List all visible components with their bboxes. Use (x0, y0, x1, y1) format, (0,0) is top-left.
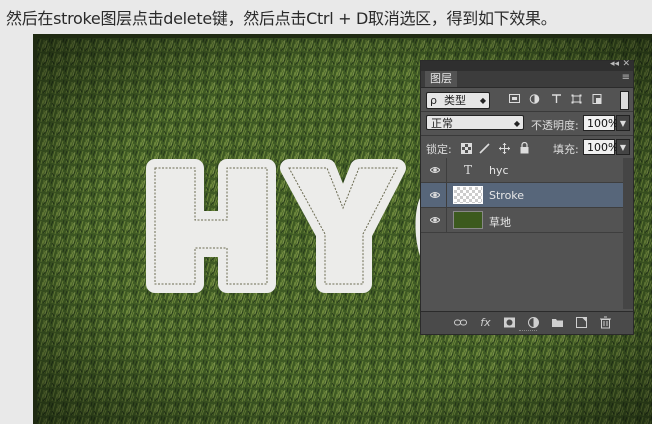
divider (446, 158, 447, 182)
search-icon: ρ (430, 94, 437, 107)
panel-tab-row: 图层 ≡ (421, 71, 633, 88)
resize-grip[interactable] (519, 330, 537, 333)
layers-list: T hyc Stroke 草地 (421, 158, 623, 309)
type-filter-icon[interactable] (551, 94, 562, 104)
shape-filter-icon[interactable] (571, 94, 582, 104)
new-layer-icon[interactable] (575, 316, 588, 329)
opacity-label: 不透明度: (531, 119, 579, 132)
divider (446, 208, 447, 232)
layer-name[interactable]: hyc (489, 164, 509, 177)
layer-row[interactable]: 草地 (421, 208, 623, 233)
fill-label: 填充: (553, 143, 579, 156)
chevron-updown-icon: ◆ (479, 96, 486, 105)
lock-label: 锁定: (426, 143, 452, 156)
add-mask-icon[interactable] (503, 316, 516, 329)
chevron-updown-icon: ◆ (513, 119, 520, 128)
lock-image-pixels-icon[interactable] (479, 143, 490, 154)
eye-icon[interactable] (429, 165, 441, 175)
adjustment-layer-icon[interactable] (527, 316, 540, 329)
lock-position-icon[interactable] (499, 143, 510, 154)
opacity-input[interactable]: 100% (583, 115, 618, 131)
layer-thumbnail (453, 186, 483, 204)
filter-row: ρ 类型 ◆ (421, 88, 633, 111)
fx-icon[interactable]: fx (479, 316, 492, 329)
blend-mode-select[interactable]: 正常 ◆ (426, 115, 524, 130)
adjustment-filter-icon[interactable] (529, 94, 540, 104)
eye-icon[interactable] (429, 215, 441, 225)
layer-name[interactable]: Stroke (489, 189, 524, 202)
lock-all-icon[interactable] (519, 141, 530, 154)
filter-kind-label: 类型 (444, 94, 466, 107)
panel-menu-icon[interactable]: ≡ (622, 72, 630, 83)
layer-row-selected[interactable]: Stroke (421, 183, 623, 208)
new-group-icon[interactable] (551, 316, 564, 329)
smart-object-filter-icon[interactable] (592, 94, 603, 104)
fill-input[interactable]: 100% (583, 139, 618, 155)
lock-transparent-pixels-icon[interactable] (461, 143, 472, 154)
collapse-icon[interactable]: ◂◂ (610, 59, 619, 69)
layer-name[interactable]: 草地 (489, 214, 511, 230)
filter-toggle-switch[interactable] (620, 91, 629, 110)
panel-titlebar: ◂◂ ✕ (421, 59, 633, 71)
layers-panel: ◂◂ ✕ 图层 ≡ ρ 类型 ◆ 正常 ◆ 不透明度: 100% ▼ 锁定: 填… (420, 59, 634, 335)
fill-dropdown-button[interactable]: ▼ (616, 139, 630, 155)
divider (446, 183, 447, 207)
layer-row[interactable]: T hyc (421, 158, 623, 183)
eye-icon[interactable] (429, 190, 441, 200)
layer-thumbnail (453, 211, 483, 229)
blend-mode-value: 正常 (431, 117, 453, 130)
delete-layer-icon[interactable] (599, 316, 612, 329)
text-layer-icon: T (463, 163, 472, 177)
opacity-dropdown-button[interactable]: ▼ (616, 115, 630, 131)
lock-row: 锁定: 填充: 100% ▼ (421, 136, 633, 158)
instruction-text: 然后在stroke图层点击delete键，然后点击Ctrl + D取消选区，得到… (6, 9, 557, 28)
filter-kind-select[interactable]: ρ 类型 ◆ (426, 92, 490, 109)
layers-scrollbar[interactable] (623, 158, 633, 309)
blend-row: 正常 ◆ 不透明度: 100% ▼ (421, 112, 633, 135)
link-layers-icon[interactable] (454, 316, 467, 329)
image-filter-icon[interactable] (509, 94, 520, 104)
close-icon[interactable]: ✕ (622, 59, 630, 69)
tab-layers[interactable]: 图层 (425, 71, 457, 87)
panel-bottom-toolbar: fx (421, 311, 633, 334)
